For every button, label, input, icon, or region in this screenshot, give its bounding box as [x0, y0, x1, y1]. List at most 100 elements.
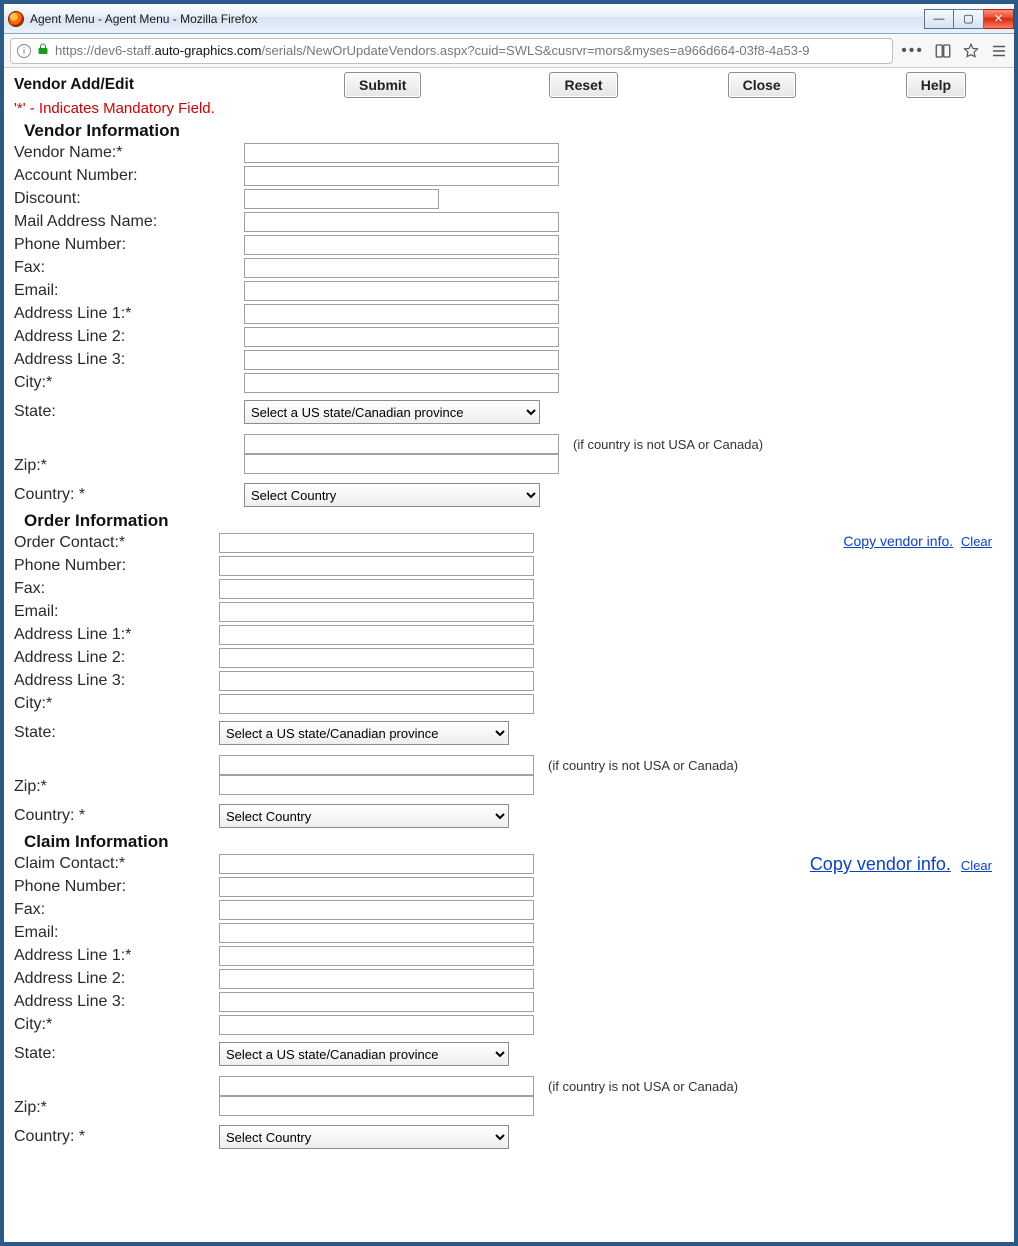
label-claim-contact: Claim Contact:* — [14, 855, 219, 873]
vendor-country-select[interactable]: Select Country — [244, 483, 540, 507]
label-vendor-addr3: Address Line 3: — [14, 351, 244, 369]
toolbar-right-icons: ••• — [901, 42, 1008, 60]
label-vendor-phone: Phone Number: — [14, 236, 244, 254]
label-order-contact: Order Contact:* — [14, 534, 219, 552]
claim-altstate-input[interactable] — [219, 1076, 534, 1096]
page-toolbar: Vendor Add/Edit Submit Reset Close Help — [14, 72, 1010, 98]
label-order-addr3: Address Line 3: — [14, 672, 219, 690]
label-order-email: Email: — [14, 603, 219, 621]
more-icon[interactable]: ••• — [901, 42, 924, 60]
label-claim-addr3: Address Line 3: — [14, 993, 219, 1011]
claim-phone-input[interactable] — [219, 877, 534, 897]
claim-addr2-input[interactable] — [219, 969, 534, 989]
label-order-city: City:* — [14, 695, 219, 713]
claim-country-select[interactable]: Select Country — [219, 1125, 509, 1149]
label-claim-addr1: Address Line 1:* — [14, 947, 219, 965]
vendor-addr3-input[interactable] — [244, 350, 559, 370]
label-vendor-zip: Zip:* — [14, 457, 244, 475]
order-city-input[interactable] — [219, 694, 534, 714]
label-vendor-addr2: Address Line 2: — [14, 328, 244, 346]
claim-contact-input[interactable] — [219, 854, 534, 874]
browser-window: Agent Menu - Agent Menu - Mozilla Firefo… — [4, 4, 1014, 1242]
claim-city-input[interactable] — [219, 1015, 534, 1035]
url-text: https://dev6-staff.auto-graphics.com/ser… — [55, 43, 810, 58]
claim-links: Copy vendor info. Clear — [810, 854, 992, 875]
order-state-select[interactable]: Select a US state/Canadian province — [219, 721, 509, 745]
order-altstate-hint: (if country is not USA or Canada) — [548, 758, 738, 773]
claim-fax-input[interactable] — [219, 900, 534, 920]
vendor-state-select[interactable]: Select a US state/Canadian province — [244, 400, 540, 424]
vendor-acct-input[interactable] — [244, 166, 559, 186]
claim-addr1-input[interactable] — [219, 946, 534, 966]
vendor-section: Vendor Name:* Account Number: Discount: … — [14, 141, 1010, 507]
label-claim-fax: Fax: — [14, 901, 219, 919]
label-order-fax: Fax: — [14, 580, 219, 598]
vendor-fax-input[interactable] — [244, 258, 559, 278]
vendor-zip-input[interactable] — [244, 454, 559, 474]
claim-section-head: Claim Information — [24, 832, 1010, 852]
window-titlebar: Agent Menu - Agent Menu - Mozilla Firefo… — [4, 4, 1014, 34]
label-order-addr1: Address Line 1:* — [14, 626, 219, 644]
vendor-altstate-hint: (if country is not USA or Canada) — [573, 437, 763, 452]
claim-addr3-input[interactable] — [219, 992, 534, 1012]
reader-icon[interactable] — [934, 42, 952, 60]
hamburger-icon[interactable] — [990, 42, 1008, 60]
viewport: Vendor Add/Edit Submit Reset Close Help … — [4, 68, 1014, 1242]
label-order-country: Country: * — [14, 807, 219, 825]
reset-button[interactable]: Reset — [549, 72, 617, 98]
minimize-button[interactable]: — — [924, 9, 954, 29]
order-section: Copy vendor info. Clear Order Contact:* … — [14, 531, 1010, 828]
help-button[interactable]: Help — [906, 72, 966, 98]
order-copy-link[interactable]: Copy vendor info. — [843, 533, 953, 549]
order-zip-input[interactable] — [219, 775, 534, 795]
vendor-mailname-input[interactable] — [244, 212, 559, 232]
order-country-select[interactable]: Select Country — [219, 804, 509, 828]
order-contact-input[interactable] — [219, 533, 534, 553]
order-addr1-input[interactable] — [219, 625, 534, 645]
label-vendor-country: Country: * — [14, 486, 244, 504]
vendor-city-input[interactable] — [244, 373, 559, 393]
url-box[interactable]: i https://dev6-staff.auto-graphics.com/s… — [10, 38, 893, 64]
claim-state-select[interactable]: Select a US state/Canadian province — [219, 1042, 509, 1066]
vendor-phone-input[interactable] — [244, 235, 559, 255]
claim-copy-link[interactable]: Copy vendor info. — [810, 854, 951, 874]
vendor-section-head: Vendor Information — [24, 121, 1010, 141]
page-body: Vendor Add/Edit Submit Reset Close Help … — [4, 68, 1014, 1242]
claim-email-input[interactable] — [219, 923, 534, 943]
claim-clear-link[interactable]: Clear — [961, 858, 992, 873]
maximize-button[interactable]: ▢ — [954, 9, 984, 29]
submit-button[interactable]: Submit — [344, 72, 421, 98]
order-phone-input[interactable] — [219, 556, 534, 576]
order-clear-link[interactable]: Clear — [961, 534, 992, 549]
label-vendor-state: State: — [14, 403, 244, 421]
order-addr3-input[interactable] — [219, 671, 534, 691]
bookmark-icon[interactable] — [962, 42, 980, 60]
claim-zip-input[interactable] — [219, 1096, 534, 1116]
label-order-phone: Phone Number: — [14, 557, 219, 575]
mandatory-note: '*' - Indicates Mandatory Field. — [14, 100, 1010, 117]
order-addr2-input[interactable] — [219, 648, 534, 668]
browser-toolbar: i https://dev6-staff.auto-graphics.com/s… — [4, 34, 1014, 68]
window-buttons: — ▢ ✕ — [924, 9, 1014, 29]
vendor-altstate-input[interactable] — [244, 434, 559, 454]
label-claim-phone: Phone Number: — [14, 878, 219, 896]
label-vendor-addr1: Address Line 1:* — [14, 305, 244, 323]
label-order-state: State: — [14, 724, 219, 742]
vendor-discount-input[interactable] — [244, 189, 439, 209]
vendor-addr1-input[interactable] — [244, 304, 559, 324]
order-links: Copy vendor info. Clear — [843, 533, 992, 549]
label-vendor-email: Email: — [14, 282, 244, 300]
order-altstate-input[interactable] — [219, 755, 534, 775]
vendor-addr2-input[interactable] — [244, 327, 559, 347]
label-order-zip: Zip:* — [14, 778, 219, 796]
order-section-head: Order Information — [24, 511, 1010, 531]
close-button[interactable]: Close — [728, 72, 796, 98]
vendor-name-input[interactable] — [244, 143, 559, 163]
order-email-input[interactable] — [219, 602, 534, 622]
order-fax-input[interactable] — [219, 579, 534, 599]
label-vendor-city: City:* — [14, 374, 244, 392]
vendor-email-input[interactable] — [244, 281, 559, 301]
window-close-button[interactable]: ✕ — [984, 9, 1014, 29]
firefox-icon — [8, 11, 24, 27]
claim-section: Copy vendor info. Clear Claim Contact:* … — [14, 852, 1010, 1149]
